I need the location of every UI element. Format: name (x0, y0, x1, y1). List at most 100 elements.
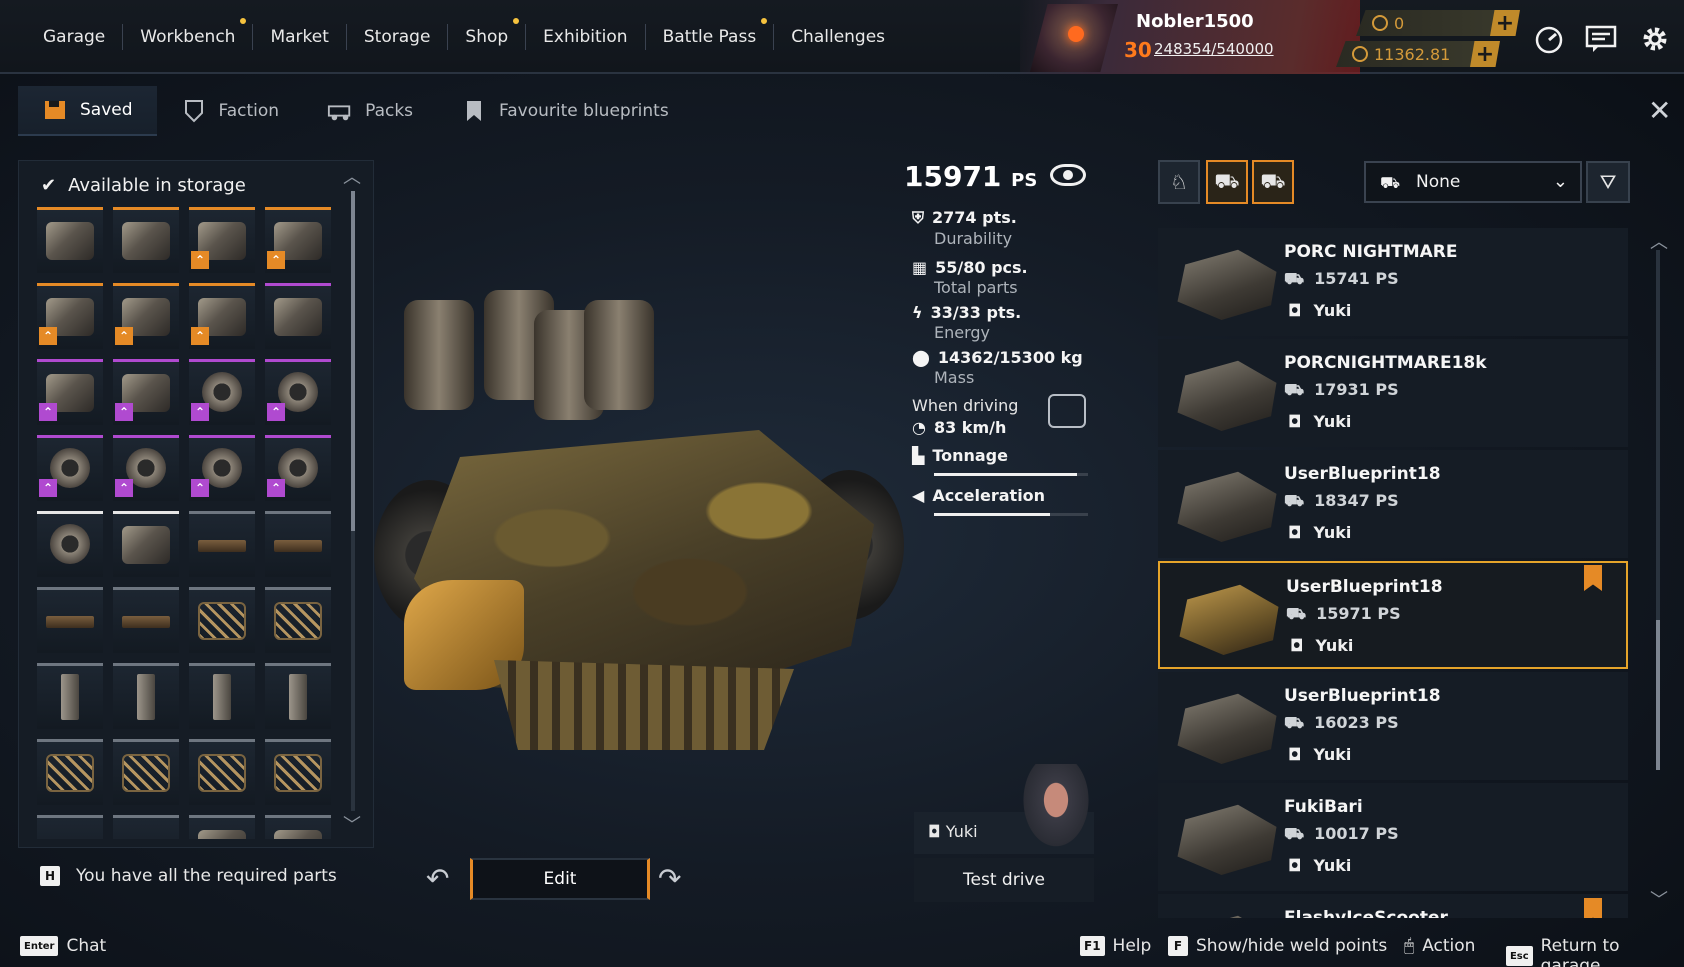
rotate-left-icon[interactable]: ↶ (426, 862, 449, 895)
storage-part-slot[interactable]: ⌃ (265, 435, 331, 501)
storage-part-slot[interactable]: ⌃ (189, 283, 255, 349)
help-hint[interactable]: F1 Help (1080, 936, 1151, 956)
storage-part-slot[interactable] (37, 587, 103, 653)
edit-button[interactable]: Edit (470, 858, 650, 900)
storage-part-slot[interactable] (37, 739, 103, 805)
action-hint[interactable]: 🖱 Action (1404, 936, 1475, 956)
nav-item-garage[interactable]: Garage (26, 0, 122, 74)
tab-faction[interactable]: Faction (157, 86, 304, 136)
storage-part-slot[interactable] (37, 663, 103, 729)
parts-stat: ▦ 55/80 pcs. (912, 258, 1028, 277)
blueprint-card[interactable]: PORC NIGHTMARE ⛟ 15741 PS ◘ Yuki (1158, 228, 1628, 336)
chat-label: Chat (66, 936, 107, 956)
storage-part-slot[interactable] (189, 815, 255, 839)
storage-part-slot[interactable]: ⌃ (189, 435, 255, 501)
return-to-garage-hint[interactable]: Esc Return to garage (1506, 936, 1684, 967)
storage-part-slot[interactable] (265, 587, 331, 653)
storage-part-slot[interactable] (265, 511, 331, 577)
messages-icon[interactable] (1584, 22, 1618, 56)
scroll-up-chevron-icon[interactable]: ︿ (343, 163, 361, 189)
storage-part-slot[interactable] (37, 815, 103, 839)
storage-part-slot[interactable] (113, 815, 179, 839)
add-coins-button[interactable]: + (1490, 10, 1520, 36)
storage-part-slot[interactable] (265, 663, 331, 729)
nav-item-exhibition[interactable]: Exhibition (526, 0, 644, 74)
storage-part-slot[interactable] (113, 207, 179, 273)
scroll-down-chevron-icon[interactable]: ﹀ (343, 811, 361, 837)
add-credits-button[interactable]: + (1470, 41, 1500, 67)
lightning-icon: ϟ (912, 303, 923, 322)
list-scroll-down-chevron-icon[interactable]: ﹀ (1650, 886, 1668, 912)
storage-part-slot[interactable] (113, 663, 179, 729)
tab-packs[interactable]: Packs (303, 86, 437, 136)
storage-part-slot[interactable]: ⌃ (189, 359, 255, 425)
eye-icon[interactable] (1050, 164, 1086, 186)
storage-part-slot[interactable] (265, 815, 331, 839)
storage-part-slot[interactable]: ⌃ (37, 283, 103, 349)
tab-label: Faction (218, 101, 280, 121)
storage-part-slot[interactable] (189, 739, 255, 805)
nav-item-market[interactable]: Market (253, 0, 345, 74)
storage-part-slot[interactable]: ⌃ (265, 359, 331, 425)
storage-part-slot[interactable] (189, 511, 255, 577)
blueprint-card[interactable]: UserBlueprint18 ⛟ 15971 PS ◘ Yuki (1158, 561, 1628, 669)
vehicle-type-dropdown[interactable]: ⛟ None ⌄ (1364, 161, 1582, 203)
rotate-right-icon[interactable]: ↷ (658, 862, 681, 895)
mass-value: 14362/15300 kg (937, 348, 1083, 367)
storage-part-slot[interactable]: ⌃ (113, 435, 179, 501)
storage-part-slot[interactable]: ⌃ (265, 207, 331, 273)
blueprint-card[interactable]: PORCNIGHTMARE18k ⛟ 17931 PS ◘ Yuki (1158, 339, 1628, 447)
blueprint-card[interactable]: FlashyIceScooter (1158, 894, 1628, 918)
filter-car-button[interactable]: ⛟ (1206, 160, 1248, 204)
weld-points-hint[interactable]: F Show/hide weld points (1168, 936, 1387, 956)
nav-item-workbench[interactable]: Workbench (123, 0, 252, 74)
part-image (198, 830, 246, 839)
storage-part-slot[interactable] (189, 663, 255, 729)
storage-part-slot[interactable]: ⌃ (189, 207, 255, 273)
blueprint-card[interactable]: UserBlueprint18 ⛟ 16023 PS ◘ Yuki (1158, 672, 1628, 780)
storage-part-slot[interactable]: ⌃ (113, 283, 179, 349)
storage-part-slot[interactable] (113, 587, 179, 653)
test-drive-button[interactable]: Test drive (914, 858, 1094, 902)
storage-part-slot[interactable] (113, 511, 179, 577)
storage-scroll-thumb[interactable] (351, 191, 355, 531)
filter-truck-button[interactable]: ⛟ (1252, 160, 1294, 204)
power-score-unit: PS (1011, 170, 1038, 191)
close-icon[interactable]: ✕ (1648, 94, 1671, 127)
part-image (198, 754, 246, 792)
storage-part-slot[interactable] (37, 207, 103, 273)
nav-item-label: Storage (363, 27, 431, 47)
blueprint-card[interactable]: UserBlueprint18 ⛟ 18347 PS ◘ Yuki (1158, 450, 1628, 558)
storage-part-slot[interactable] (265, 283, 331, 349)
storage-part-slot[interactable] (37, 511, 103, 577)
bookmark-icon[interactable] (1584, 565, 1602, 591)
nav-item-challenges[interactable]: Challenges (774, 0, 902, 74)
storage-part-slot[interactable] (189, 587, 255, 653)
clear-filter-button[interactable]: ⛛ (1586, 161, 1630, 203)
speedometer-icon[interactable] (1532, 22, 1566, 56)
chat-hint[interactable]: Enter Chat (20, 936, 106, 956)
speedometer-small-icon: ◔ (912, 418, 926, 437)
part-image (274, 540, 322, 552)
storage-part-slot[interactable]: ⌃ (37, 359, 103, 425)
upgrade-badge-icon: ⌃ (267, 251, 285, 269)
vehicle-preview[interactable] (374, 280, 914, 800)
settings-gear-icon[interactable] (1638, 22, 1672, 56)
nav-item-shop[interactable]: Shop (448, 0, 525, 74)
storage-part-slot[interactable] (265, 739, 331, 805)
filter-drone-button[interactable]: ♘ (1158, 160, 1200, 204)
tonnage-label: Tonnage (932, 446, 1008, 465)
nav-item-battle-pass[interactable]: Battle Pass (646, 0, 774, 74)
bookmark-icon[interactable] (1584, 898, 1602, 918)
blueprint-ps-value: 16023 PS (1314, 713, 1399, 732)
tab-favourite-blueprints[interactable]: Favourite blueprints (437, 86, 693, 136)
storage-part-slot[interactable]: ⌃ (37, 435, 103, 501)
blueprint-card[interactable]: FukiBari ⛟ 10017 PS ◘ Yuki (1158, 783, 1628, 891)
available-in-storage-toggle[interactable]: ✔ Available in storage (41, 175, 246, 196)
nav-item-storage[interactable]: Storage (347, 0, 448, 74)
list-scroll-thumb[interactable] (1656, 620, 1660, 770)
durability-stat: ⛨ 2774 pts. (912, 208, 1017, 228)
tab-saved[interactable]: Saved (18, 86, 157, 136)
storage-part-slot[interactable] (113, 739, 179, 805)
storage-part-slot[interactable]: ⌃ (113, 359, 179, 425)
